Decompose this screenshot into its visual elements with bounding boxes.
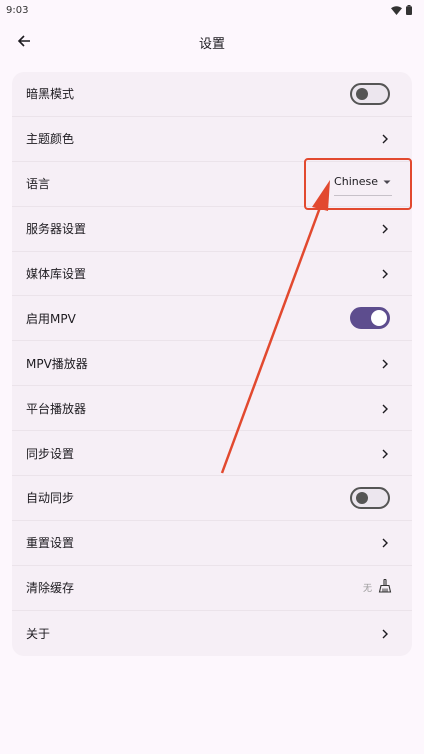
setting-label: 重置设置: [26, 536, 75, 551]
setting-label: 媒体库设置: [26, 267, 87, 281]
setting-label: 暗黑模式: [26, 87, 75, 102]
setting-label: 语言: [26, 177, 51, 192]
cache-info: 无: [363, 578, 392, 597]
setting-clear-cache[interactable]: 清除缓存 无: [12, 566, 412, 611]
page-title: 设置: [198, 36, 225, 52]
chevron-right-icon: [380, 533, 390, 552]
setting-reset[interactable]: 重置设置: [12, 521, 412, 566]
setting-theme-color[interactable]: 主题颜色: [12, 117, 412, 162]
settings-list: 暗黑模式 主题颜色 语言 Chinese 服务器设置 媒体库设置 启用MPV M…: [12, 72, 412, 656]
status-bar: 9:03: [0, 0, 424, 20]
chevron-right-icon: [380, 219, 390, 238]
battery-icon: [406, 5, 412, 15]
chevron-right-icon: [380, 624, 390, 643]
arrow-left-icon: [17, 33, 31, 52]
switch-knob: [356, 491, 368, 504]
enable-mpv-switch[interactable]: [350, 307, 390, 330]
setting-language[interactable]: 语言 Chinese: [12, 162, 412, 207]
caret-down-icon: [382, 172, 392, 191]
setting-label: 清除缓存: [26, 581, 75, 596]
auto-sync-switch[interactable]: [350, 486, 390, 509]
chevron-right-icon: [380, 129, 390, 148]
setting-label: 主题颜色: [26, 132, 75, 147]
setting-label: 服务器设置: [26, 222, 87, 237]
cache-size: 无: [362, 584, 372, 595]
chevron-right-icon: [380, 444, 390, 463]
wifi-icon: [391, 5, 402, 15]
language-dropdown[interactable]: Chinese: [334, 172, 392, 196]
setting-auto-sync[interactable]: 自动同步: [12, 476, 412, 521]
status-icons: [391, 5, 412, 15]
language-value: Chinese: [334, 174, 378, 188]
setting-platform-player[interactable]: 平台播放器: [12, 386, 412, 432]
setting-about[interactable]: 关于: [12, 611, 412, 656]
setting-label: 同步设置: [26, 446, 75, 461]
app-bar: 设置: [0, 20, 424, 64]
setting-server[interactable]: 服务器设置: [12, 207, 412, 252]
setting-dark-mode[interactable]: 暗黑模式: [12, 72, 412, 117]
switch-knob: [371, 310, 387, 327]
setting-sync[interactable]: 同步设置: [12, 431, 412, 477]
switch-knob: [356, 87, 368, 100]
chevron-right-icon: [380, 264, 390, 283]
setting-label: 关于: [26, 626, 51, 641]
setting-enable-mpv[interactable]: 启用MPV: [12, 296, 412, 342]
back-button[interactable]: [8, 26, 40, 58]
setting-mpv-player[interactable]: MPV播放器: [12, 341, 412, 387]
status-time: 9:03: [6, 4, 29, 16]
setting-label: 平台播放器: [26, 401, 87, 416]
chevron-right-icon: [380, 354, 390, 373]
broom-icon[interactable]: [378, 578, 392, 597]
setting-label: 自动同步: [26, 491, 75, 506]
setting-label: MPV播放器: [26, 356, 88, 371]
dark-mode-switch[interactable]: [350, 82, 390, 105]
setting-label: 启用MPV: [26, 311, 76, 326]
chevron-right-icon: [380, 399, 390, 418]
setting-media-library[interactable]: 媒体库设置: [12, 252, 412, 297]
